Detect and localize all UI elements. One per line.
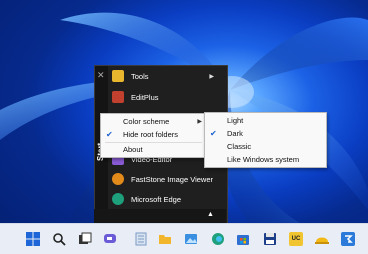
edge-icon: [112, 193, 124, 205]
start-item-microsoft-edge[interactable]: Microsoft Edge: [112, 190, 222, 208]
chat-icon[interactable]: [103, 232, 117, 246]
menu-item-label: Dark: [227, 129, 243, 138]
checkmark-icon: ✔: [106, 130, 113, 139]
uc-icon[interactable]: UC: [289, 232, 303, 246]
context-menu: Color scheme ▶ ✔ Hide root folders About: [100, 113, 207, 158]
task-view-icon[interactable]: [78, 232, 92, 246]
collapse-icon[interactable]: ▲: [207, 211, 214, 218]
editplus-icon: [112, 91, 124, 103]
start-item-editplus[interactable]: EditPlus: [112, 88, 222, 106]
menu-item-label: Color scheme: [123, 117, 170, 126]
search-icon[interactable]: [52, 232, 66, 246]
explorer-icon[interactable]: [158, 232, 172, 246]
menu-item-light[interactable]: Light: [205, 114, 326, 127]
store-icon[interactable]: [236, 232, 250, 246]
start-item-tools[interactable]: Tools ▶: [112, 67, 222, 85]
start-item-label: Microsoft Edge: [131, 194, 182, 204]
menu-item-about[interactable]: About: [101, 143, 206, 156]
hardhat-icon[interactable]: [315, 232, 329, 246]
app-icon[interactable]: [341, 232, 355, 246]
menu-item-hide-root-folders[interactable]: ✔ Hide root folders: [101, 128, 206, 141]
submenu-arrow-icon: ▶: [197, 119, 202, 125]
menu-item-label: Classic: [227, 142, 252, 151]
notepad-icon[interactable]: [134, 232, 148, 246]
menu-item-label: About: [123, 145, 143, 154]
photos-icon[interactable]: [184, 232, 198, 246]
start-item-label: Tools: [131, 71, 149, 81]
faststone-icon: [112, 173, 124, 185]
start-item-label: EditPlus: [131, 92, 159, 102]
checkmark-icon: ✔: [210, 129, 217, 138]
start-item-label: FastStone Image Viewer: [131, 174, 213, 184]
color-scheme-submenu: Light ✔ Dark Classic Like Windows system: [204, 112, 327, 168]
menu-item-label: Hide root folders: [123, 130, 179, 139]
folder-icon: [112, 70, 124, 82]
menu-item-label: Like Windows system: [227, 155, 300, 164]
start-icon[interactable]: [26, 232, 40, 246]
submenu-arrow-icon: ▶: [209, 73, 214, 80]
menu-item-classic[interactable]: Classic: [205, 140, 326, 153]
menu-item-color-scheme[interactable]: Color scheme ▶: [101, 115, 206, 128]
start-item-faststone[interactable]: FastStone Image Viewer: [112, 170, 222, 188]
menu-item-like-windows-system[interactable]: Like Windows system: [205, 153, 326, 166]
menu-item-label: Light: [227, 116, 244, 125]
save-icon[interactable]: [263, 232, 277, 246]
menu-item-dark[interactable]: ✔ Dark: [205, 127, 326, 140]
taskbar: UC: [0, 223, 368, 254]
edge-icon[interactable]: [211, 232, 225, 246]
close-icon[interactable]: ✕: [97, 70, 105, 81]
